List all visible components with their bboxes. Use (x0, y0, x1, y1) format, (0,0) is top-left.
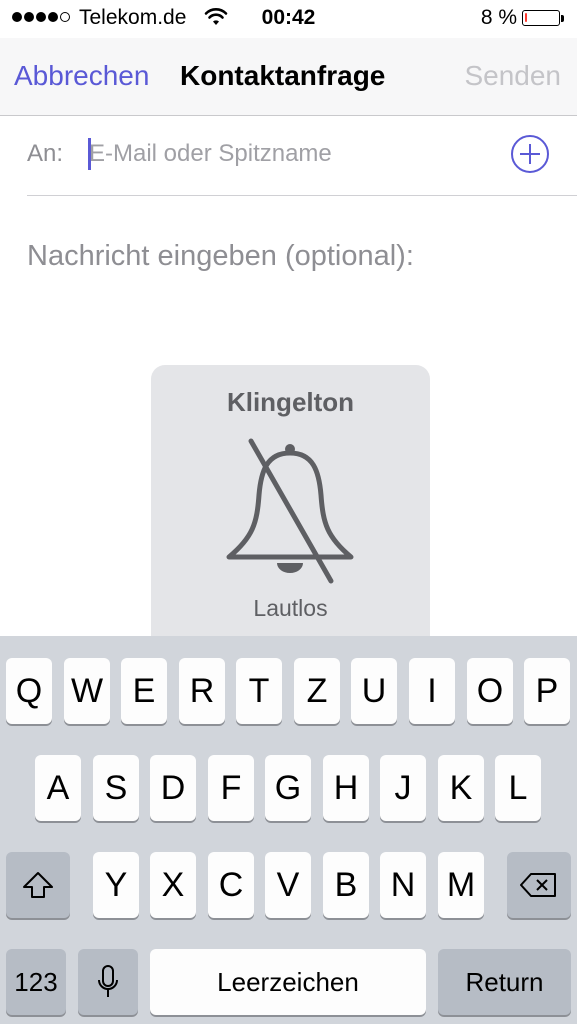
key-u[interactable]: U (351, 658, 397, 724)
battery-level (525, 13, 527, 22)
shift-icon (23, 872, 53, 898)
hud-title: Klingelton (226, 387, 355, 417)
key-i[interactable]: I (409, 658, 455, 724)
bell-muted-icon (226, 438, 354, 584)
key-r[interactable]: R (179, 658, 225, 724)
recipient-row: An: E-Mail oder Spitzname (27, 116, 577, 196)
recipient-label: An: (27, 140, 64, 167)
key-x[interactable]: X (150, 852, 196, 918)
key-p[interactable]: P (524, 658, 570, 724)
hud-status: Lautlos (253, 595, 328, 621)
key-y[interactable]: Y (93, 852, 139, 918)
backspace-icon (520, 873, 556, 897)
page-title: Kontaktanfrage (180, 60, 386, 91)
key-e[interactable]: E (121, 658, 167, 724)
message-input[interactable]: Nachricht eingeben (optional): (27, 240, 414, 273)
key-s[interactable]: S (93, 755, 139, 821)
keyboard: Q W E R T Z U I O P A S D F G H J K L Y … (0, 636, 577, 1024)
cancel-button[interactable]: Abbrechen (14, 60, 149, 92)
navigation-bar: Abbrechen Kontaktanfrage Senden (0, 38, 577, 116)
status-bar: Telekom.de 00:42 8 % (0, 0, 577, 38)
send-button[interactable]: Senden (464, 60, 561, 92)
key-k[interactable]: K (438, 755, 484, 821)
key-t[interactable]: T (236, 658, 282, 724)
key-f[interactable]: F (208, 755, 254, 821)
return-key[interactable]: Return (438, 949, 571, 1015)
microphone-icon (98, 965, 118, 997)
key-j[interactable]: J (380, 755, 426, 821)
plus-circle-icon[interactable] (510, 134, 550, 174)
key-m[interactable]: M (438, 852, 484, 918)
key-q[interactable]: Q (6, 658, 52, 724)
backspace-key[interactable] (507, 852, 571, 918)
battery-icon (522, 10, 560, 26)
key-c[interactable]: C (208, 852, 254, 918)
key-n[interactable]: N (380, 852, 426, 918)
key-g[interactable]: G (265, 755, 311, 821)
key-o[interactable]: O (467, 658, 513, 724)
shift-key[interactable] (6, 852, 70, 918)
key-w[interactable]: W (64, 658, 110, 724)
key-h[interactable]: H (323, 755, 369, 821)
space-key[interactable]: Leerzeichen (150, 949, 426, 1015)
recipient-input[interactable]: E-Mail oder Spitzname (89, 140, 332, 168)
key-z[interactable]: Z (294, 658, 340, 724)
key-v[interactable]: V (265, 852, 311, 918)
key-l[interactable]: L (495, 755, 541, 821)
key-b[interactable]: B (323, 852, 369, 918)
dictation-key[interactable] (78, 949, 138, 1015)
battery-percentage: 8 % (480, 6, 517, 29)
battery-tip (561, 15, 564, 22)
ringer-hud: Klingelton Lautlos (151, 365, 430, 665)
numbers-key[interactable]: 123 (6, 949, 66, 1015)
key-d[interactable]: D (150, 755, 196, 821)
key-a[interactable]: A (35, 755, 81, 821)
